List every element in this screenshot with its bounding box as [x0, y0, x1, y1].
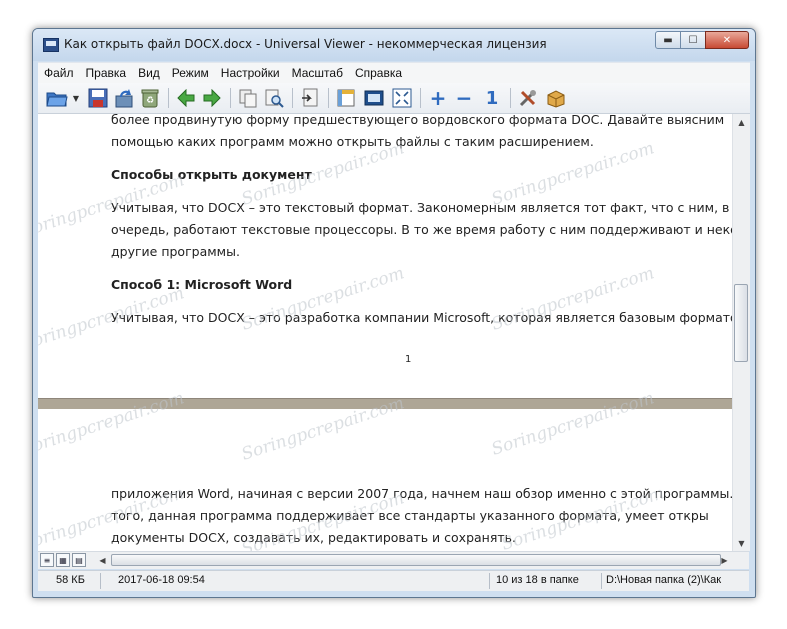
scroll-down-arrow-icon[interactable]: ▼	[733, 535, 750, 551]
package-icon[interactable]	[544, 86, 568, 110]
para2-line-3: другие программы.	[111, 244, 240, 259]
page2-line-2: того, данная программа поддерживает все …	[111, 508, 709, 523]
scroll-left-arrow-icon[interactable]: ◀	[94, 552, 111, 568]
status-file-position: 10 из 18 в папке	[496, 574, 579, 586]
fit-page-icon[interactable]	[390, 86, 414, 110]
toolbar: ▼ ♻ + − 1	[38, 83, 750, 114]
menu-view[interactable]: Вид	[132, 66, 166, 80]
status-file-size: 58 КБ	[56, 574, 85, 586]
menu-file[interactable]: Файл	[38, 66, 80, 80]
heading-method-1: Способ 1: Microsoft Word	[111, 277, 293, 292]
reload-icon[interactable]	[112, 86, 136, 110]
window-title: Как открыть файл DOCX.docx - Universal V…	[64, 37, 547, 51]
vertical-scroll-thumb[interactable]	[734, 284, 748, 362]
menu-mode[interactable]: Режим	[166, 66, 215, 80]
svg-text:♻: ♻	[146, 96, 154, 106]
goto-icon[interactable]	[298, 86, 322, 110]
status-bar: 58 КБ 2017-06-18 09:54 10 из 18 в папке …	[38, 570, 749, 591]
open-folder-icon[interactable]	[44, 86, 70, 110]
menu-zoom[interactable]: Масштаб	[286, 66, 349, 80]
page-break	[38, 398, 732, 409]
horizontal-scrollbar[interactable]: ◀ ▶	[94, 552, 733, 569]
page1-line-1: более продвинутую форму предшествующего …	[111, 114, 725, 127]
app-window: Как открыть файл DOCX.docx - Universal V…	[32, 28, 756, 598]
app-icon	[43, 38, 59, 52]
forward-arrow-icon[interactable]	[200, 86, 224, 110]
status-file-path: D:\Новая папка (2)\Как	[606, 574, 722, 586]
horizontal-scroll-thumb[interactable]	[111, 554, 721, 566]
menu-bar: Файл Правка Вид Режим Настройки Масштаб …	[38, 62, 750, 83]
para3-line-1: Учитывая, что DOCX – это разработка комп…	[111, 310, 732, 325]
window-controls: ▬ ☐ ✕	[655, 31, 749, 49]
maximize-button[interactable]: ☐	[680, 31, 706, 49]
close-button[interactable]: ✕	[705, 31, 749, 49]
web-mode-icon[interactable]: ▤	[72, 553, 86, 567]
para2-line-2: очередь, работают текстовые процессоры. …	[111, 222, 732, 237]
status-file-date: 2017-06-18 09:54	[118, 574, 205, 586]
image-mode-icon[interactable]: ▦	[56, 553, 70, 567]
zoom-in-icon[interactable]: +	[426, 86, 450, 110]
fullscreen-window-icon[interactable]	[362, 86, 386, 110]
dropdown-arrow-icon[interactable]: ▼	[70, 86, 82, 110]
page1-line-2: помощью каких программ можно открыть фай…	[111, 134, 594, 149]
scroll-up-arrow-icon[interactable]: ▲	[733, 114, 750, 130]
vertical-scrollbar[interactable]: ▲ ▼	[732, 114, 750, 551]
zoom-actual-icon[interactable]: 1	[480, 86, 504, 110]
save-icon[interactable]	[86, 86, 110, 110]
document-view[interactable]: более продвинутую форму предшествующего …	[38, 114, 732, 551]
page2-line-1: приложения Word, начиная с версии 2007 г…	[111, 486, 732, 501]
toggle-panel-icon[interactable]	[334, 86, 358, 110]
menu-help[interactable]: Справка	[349, 66, 408, 80]
heading-ways-to-open: Способы открыть документ	[111, 167, 312, 182]
find-icon[interactable]	[262, 86, 286, 110]
options-icon[interactable]	[516, 86, 540, 110]
title-bar: Как открыть файл DOCX.docx - Universal V…	[33, 29, 755, 61]
copy-icon[interactable]	[236, 86, 260, 110]
back-arrow-icon[interactable]	[174, 86, 198, 110]
page2-line-3: документы DOCX, создавать их, редактиров…	[111, 530, 516, 545]
menu-edit[interactable]: Правка	[80, 66, 133, 80]
para2-line-1: Учитывая, что DOCX – это текстовый форма…	[111, 200, 732, 215]
text-mode-icon[interactable]: ≡	[40, 553, 54, 567]
view-mode-bar: ≡ ▦ ▤ ◀ ▶	[38, 551, 749, 569]
menu-settings[interactable]: Настройки	[215, 66, 286, 80]
zoom-out-icon[interactable]: −	[452, 86, 476, 110]
scroll-right-arrow-icon[interactable]: ▶	[716, 552, 733, 568]
page-number: 1	[405, 354, 412, 365]
minimize-button[interactable]: ▬	[655, 31, 681, 49]
recycle-icon[interactable]: ♻	[138, 86, 162, 110]
